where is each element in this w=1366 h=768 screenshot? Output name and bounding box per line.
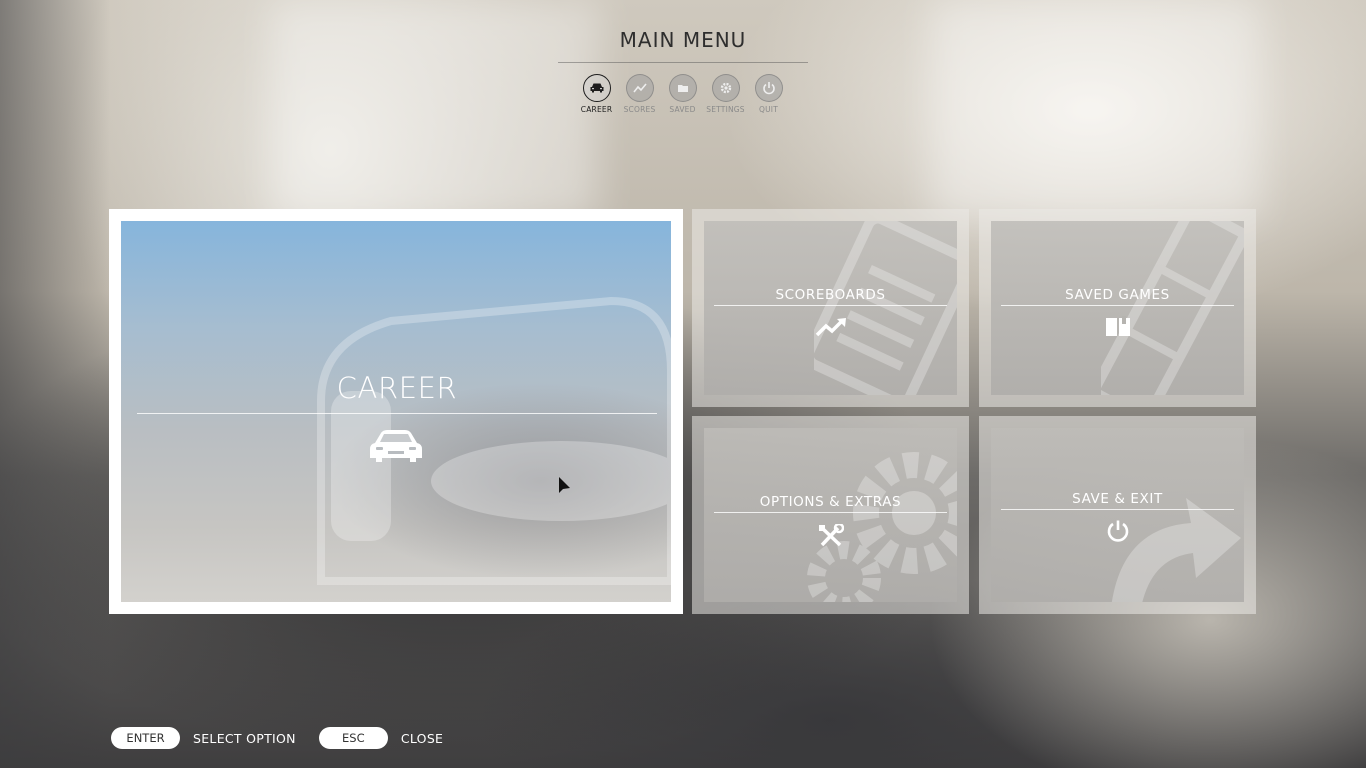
career-tile-image: CAREER xyxy=(121,221,671,602)
menu-tabs: CAREER SCORES SAVED SETTINGS QUIT xyxy=(577,74,788,114)
career-tile[interactable]: CAREER xyxy=(109,209,683,614)
tools-icon xyxy=(818,524,844,547)
enter-key-button[interactable]: ENTER xyxy=(111,727,180,749)
clipboard-watermark xyxy=(814,221,957,395)
tab-settings[interactable]: SETTINGS xyxy=(706,74,745,114)
scoreboards-tile-image: SCOREBOARDS xyxy=(704,221,957,395)
tab-label: CAREER xyxy=(580,105,613,114)
page-title: MAIN MENU xyxy=(558,28,808,63)
tab-scores[interactable]: SCORES xyxy=(620,74,659,114)
saved-games-tile[interactable]: SAVED GAMES xyxy=(979,209,1256,407)
enter-action-label: SELECT OPTION xyxy=(193,730,296,746)
trend-icon xyxy=(625,74,654,102)
mouse-cursor-icon xyxy=(559,477,570,493)
tab-saved[interactable]: SAVED xyxy=(663,74,702,114)
saved-games-label: SAVED GAMES xyxy=(1001,287,1234,306)
tab-label: QUIT xyxy=(759,105,778,114)
car-icon xyxy=(582,74,611,102)
options-extras-tile[interactable]: OPTIONS & EXTRAS xyxy=(692,416,969,614)
key-hints: ENTER SELECT OPTION ESC CLOSE xyxy=(111,727,443,749)
scoreboards-tile[interactable]: SCOREBOARDS xyxy=(692,209,969,407)
options-tile-image: OPTIONS & EXTRAS xyxy=(704,428,957,602)
gear-icon xyxy=(711,74,740,102)
save-exit-tile[interactable]: SAVE & EXIT xyxy=(979,416,1256,614)
career-label: CAREER xyxy=(137,371,657,414)
save-exit-tile-image: SAVE & EXIT xyxy=(991,428,1244,602)
tab-career[interactable]: CAREER xyxy=(577,74,616,114)
save-exit-label: SAVE & EXIT xyxy=(1001,491,1234,510)
esc-action-label: CLOSE xyxy=(400,730,444,746)
tab-label: SCORES xyxy=(623,105,656,114)
trend-up-icon xyxy=(815,318,846,337)
saved-games-tile-image: SAVED GAMES xyxy=(991,221,1244,395)
book-icon xyxy=(1105,316,1130,336)
background-shade xyxy=(0,0,110,768)
power-icon xyxy=(1107,520,1128,542)
scoreboards-label: SCOREBOARDS xyxy=(714,287,947,306)
background-window xyxy=(930,0,1260,220)
power-icon xyxy=(754,74,783,102)
gear-watermark xyxy=(807,452,957,602)
tab-label: SAVED xyxy=(669,105,696,114)
car-icon xyxy=(370,430,422,462)
esc-key-button[interactable]: ESC xyxy=(318,727,388,749)
car-watermark xyxy=(317,296,671,585)
options-label: OPTIONS & EXTRAS xyxy=(714,494,947,513)
menu-header: MAIN MENU xyxy=(558,28,808,63)
tab-quit[interactable]: QUIT xyxy=(749,74,788,114)
folder-icon xyxy=(668,74,697,102)
background-window xyxy=(270,0,600,220)
film-watermark xyxy=(1101,221,1244,395)
tab-label: SETTINGS xyxy=(706,105,745,114)
